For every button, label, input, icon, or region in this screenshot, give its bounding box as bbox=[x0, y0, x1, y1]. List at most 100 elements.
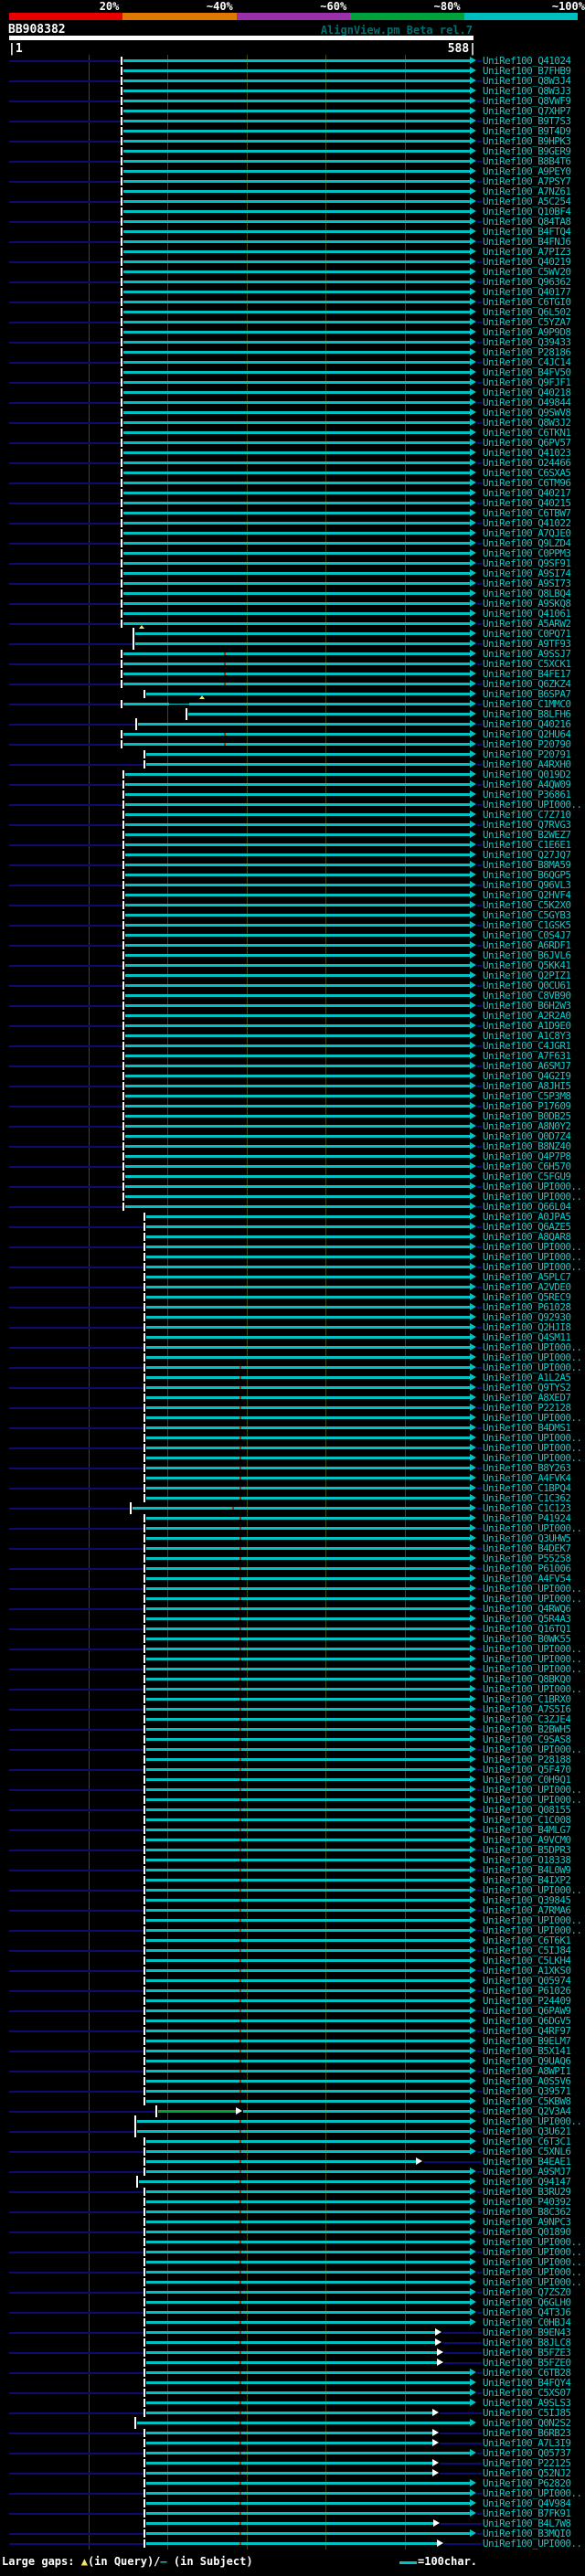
arrowhead-icon bbox=[470, 1082, 476, 1089]
hsp-bar bbox=[125, 823, 470, 826]
hsp-bar bbox=[123, 492, 470, 494]
arrowhead-icon bbox=[470, 690, 476, 697]
query-gap-dot bbox=[239, 1859, 241, 1861]
subject-overhang-line bbox=[9, 583, 121, 585]
hsp-bar bbox=[146, 2009, 470, 2012]
hsp-bar bbox=[146, 1477, 470, 1479]
subject-overhang-line bbox=[477, 1045, 482, 1047]
subject-overhang-line bbox=[477, 1025, 482, 1027]
query-gap-dot bbox=[239, 1648, 241, 1650]
alignment-start-tick bbox=[144, 1856, 145, 1864]
hsp-bar bbox=[146, 2301, 470, 2304]
hsp-bar bbox=[125, 1115, 470, 1118]
hsp-bar bbox=[125, 884, 470, 886]
scale-sample-bar bbox=[399, 2561, 417, 2564]
alignment-start-tick bbox=[121, 398, 122, 407]
query-gap-dot bbox=[239, 1899, 241, 1902]
arrowhead-icon bbox=[470, 2168, 476, 2175]
alignment-start-tick bbox=[144, 1786, 145, 1794]
alignment-start-tick bbox=[144, 1665, 145, 1673]
arrowhead-icon bbox=[470, 2489, 476, 2496]
alignment-start-tick bbox=[144, 1454, 145, 1462]
alignment-start-tick bbox=[121, 539, 122, 547]
subject-overhang-line bbox=[9, 543, 121, 545]
subject-overhang-line bbox=[477, 704, 482, 705]
alignment-start-tick bbox=[144, 2087, 145, 2095]
hsp-bar bbox=[123, 622, 470, 625]
arrowhead-icon bbox=[470, 1886, 476, 1893]
arrowhead-icon bbox=[470, 1876, 476, 1883]
subject-overhang-line bbox=[477, 80, 482, 82]
query-gap-dot bbox=[239, 2432, 241, 2434]
arrowhead-icon bbox=[470, 177, 476, 185]
arrowhead-icon bbox=[470, 941, 476, 949]
alignment-start-tick bbox=[122, 1132, 124, 1140]
hsp-bar bbox=[146, 1416, 470, 1419]
subject-overhang-line bbox=[9, 1769, 144, 1771]
arrowhead-icon bbox=[470, 207, 476, 215]
hsp-bar bbox=[146, 1748, 470, 1751]
subject-overhang-line bbox=[477, 422, 482, 424]
alignment-start-tick bbox=[121, 207, 122, 216]
arrowhead-icon bbox=[470, 87, 476, 94]
alignment-start-tick bbox=[121, 549, 122, 557]
hsp-bar bbox=[146, 1386, 470, 1389]
arrowhead-icon bbox=[470, 1293, 476, 1300]
subject-overhang-line bbox=[9, 322, 121, 323]
hsp-bar bbox=[125, 944, 470, 947]
query-gap-triangle-icon bbox=[199, 695, 205, 699]
query-gap-dot bbox=[239, 2019, 241, 2022]
alignment-start-tick bbox=[144, 1956, 145, 1965]
query-gap-dot bbox=[239, 1416, 241, 1419]
subject-overhang-line bbox=[477, 241, 482, 243]
arrowhead-icon bbox=[470, 2127, 476, 2135]
alignment-start-tick bbox=[144, 1776, 145, 1784]
arrowhead-icon bbox=[470, 1786, 476, 1793]
alignment-start-tick bbox=[121, 529, 122, 537]
subject-overhang-line bbox=[9, 1669, 144, 1670]
alignment-start-tick bbox=[144, 1896, 145, 1904]
hsp-bar bbox=[146, 2472, 432, 2475]
alignment-start-tick bbox=[144, 2389, 145, 2397]
hsp-bar bbox=[125, 994, 470, 997]
alignment-start-tick bbox=[122, 1042, 124, 1050]
arrowhead-icon bbox=[470, 1052, 476, 1059]
subject-overhang-line bbox=[9, 724, 135, 726]
alignment-start-tick bbox=[134, 2125, 136, 2137]
arrowhead-icon bbox=[470, 1926, 476, 1934]
hsp-bar bbox=[146, 1698, 470, 1701]
arrowhead-icon bbox=[470, 1836, 476, 1843]
arrowhead-icon bbox=[470, 1645, 476, 1652]
alignment-start-tick bbox=[122, 1022, 124, 1030]
arrowhead-icon bbox=[470, 2248, 476, 2255]
alignment-start-tick bbox=[144, 1645, 145, 1653]
query-gap-dot bbox=[239, 2130, 241, 2133]
subject-overhang-line bbox=[9, 1287, 144, 1288]
query-gap-dot bbox=[239, 1768, 241, 1771]
query-gap-dot bbox=[239, 2462, 241, 2465]
hsp-bar bbox=[146, 1688, 470, 1691]
hit-label[interactable]: UniRef100_UPI000.. bbox=[483, 2539, 582, 2549]
query-name: BB908382 bbox=[8, 23, 66, 37]
subject-overhang-line bbox=[9, 2332, 144, 2334]
alignment-start-tick bbox=[122, 1203, 124, 1211]
arrowhead-icon bbox=[470, 2017, 476, 2024]
alignment-start-tick bbox=[144, 1253, 145, 1261]
query-gap-dot bbox=[239, 1517, 241, 1520]
alignment-start-tick bbox=[144, 1635, 145, 1643]
hsp-bar bbox=[146, 2341, 435, 2344]
subject-overhang-line bbox=[9, 1045, 122, 1047]
hsp-bar bbox=[125, 914, 470, 917]
query-gap-dot bbox=[239, 1406, 241, 1409]
query-gap-dot bbox=[239, 1547, 241, 1550]
subject-overhang-line bbox=[9, 342, 121, 344]
legend-query-text: (in Query)/ bbox=[87, 2555, 161, 2568]
query-gap-dot bbox=[239, 1808, 241, 1811]
hsp-bar bbox=[146, 1999, 470, 2002]
hsp-bar bbox=[146, 1617, 470, 1620]
alignment-start-tick bbox=[121, 429, 122, 437]
alignment-start-tick bbox=[144, 1836, 145, 1844]
alignment-start-tick bbox=[122, 1072, 124, 1080]
ruler-end-label: 588| bbox=[447, 42, 476, 56]
subject-overhang-line bbox=[444, 2543, 482, 2545]
